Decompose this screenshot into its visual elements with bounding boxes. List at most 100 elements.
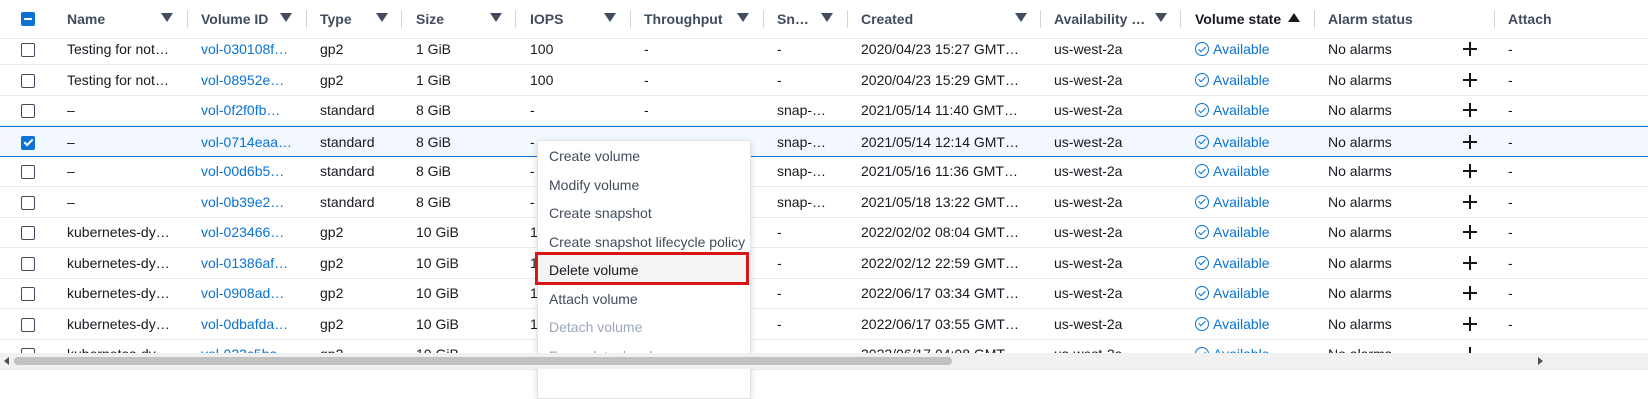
column-header-iops[interactable]: IOPS bbox=[530, 0, 590, 38]
horizontal-scrollbar[interactable] bbox=[0, 353, 1648, 369]
table-row[interactable]: kubernetes-dy… vol-01386af… gp2 10 GiB 1-202… bbox=[0, 248, 1648, 279]
select-all-checkbox[interactable] bbox=[21, 12, 35, 26]
table-row[interactable]: Testing for not… vol-08952e… gp2 1 GiB 100 - -… bbox=[0, 65, 1648, 96]
row-checkbox[interactable] bbox=[21, 165, 35, 179]
column-header-volume-id[interactable]: Volume ID bbox=[201, 0, 281, 38]
column-header-type[interactable]: Type bbox=[320, 0, 370, 38]
sort-caret-icon[interactable] bbox=[1155, 13, 1167, 22]
sort-caret-icon[interactable] bbox=[490, 13, 502, 22]
cell-volume-id[interactable]: vol-00d6b5… bbox=[201, 156, 297, 186]
cell-throughput: - bbox=[644, 71, 649, 88]
table-row[interactable]: kubernetes-dy… vol-0dbafda… gp2 10 GiB 1-202… bbox=[0, 309, 1648, 340]
cell-size: 10 GiB bbox=[416, 315, 459, 332]
cell-volume-id[interactable]: vol-030108f… bbox=[201, 34, 297, 64]
menu-item-modify-volume[interactable]: Modify volume bbox=[549, 177, 639, 193]
add-alarm-icon[interactable] bbox=[1463, 225, 1477, 239]
column-header-alarm-status[interactable]: Alarm status bbox=[1328, 0, 1448, 38]
add-alarm-icon[interactable] bbox=[1463, 316, 1477, 331]
sort-ascending-icon[interactable] bbox=[1288, 13, 1300, 22]
column-header-throughput[interactable]: Throughput bbox=[644, 0, 734, 38]
row-checkbox[interactable] bbox=[21, 256, 35, 271]
cell-volume-id[interactable]: vol-0908ad… bbox=[201, 278, 297, 308]
table-row[interactable]: Testing for not… vol-030108f… gp2 1 GiB 100 -… bbox=[0, 34, 1648, 65]
sort-caret-icon[interactable] bbox=[604, 13, 616, 22]
cell-volume-id[interactable]: vol-08952e… bbox=[201, 65, 297, 95]
cell-type: standard bbox=[320, 102, 375, 118]
sort-caret-icon[interactable] bbox=[161, 13, 173, 22]
column-header-size[interactable]: Size bbox=[416, 0, 476, 38]
add-alarm-icon[interactable] bbox=[1463, 286, 1477, 300]
table-row[interactable]: – vol-0714eaa… standard 8 GiB - snap-… 2021/05… bbox=[0, 125, 1648, 157]
add-alarm-icon[interactable] bbox=[1463, 255, 1477, 270]
cell-alarm: No alarms bbox=[1328, 315, 1392, 332]
menu-item-attach-volume[interactable]: Attach volume bbox=[549, 291, 638, 307]
column-resizer[interactable] bbox=[1314, 10, 1315, 28]
row-checkbox[interactable] bbox=[21, 287, 35, 301]
cell-az: us-west-2a bbox=[1054, 224, 1123, 240]
cell-volume-id[interactable]: vol-01386af… bbox=[201, 248, 297, 278]
row-checkbox[interactable] bbox=[21, 104, 35, 118]
cell-volume-id[interactable]: vol-023466… bbox=[201, 217, 297, 247]
table-row[interactable]: kubernetes-dy… vol-023466… gp2 10 GiB 1-2022… bbox=[0, 217, 1648, 248]
menu-item-create-snapshot[interactable]: Create snapshot bbox=[549, 205, 652, 221]
sort-caret-icon[interactable] bbox=[376, 13, 388, 22]
column-resizer[interactable] bbox=[306, 10, 307, 28]
table-row[interactable]: – vol-00d6b5… standard 8 GiB - snap-… 2021/05/… bbox=[0, 156, 1648, 187]
column-header-attach[interactable]: Attach bbox=[1508, 0, 1648, 38]
cell-created: 2021/05/14 12:14 GMT… bbox=[861, 133, 1019, 150]
volume-state-label: Available bbox=[1213, 224, 1270, 240]
menu-item-create-volume[interactable]: Create volume bbox=[549, 148, 640, 164]
menu-item-create-snapshot-lifecycle-policy[interactable]: Create snapshot lifecycle policy bbox=[549, 234, 745, 250]
row-checkbox[interactable] bbox=[21, 317, 35, 332]
table-row[interactable]: kubernetes-dy… vol-0908ad… gp2 10 GiB 1-2022… bbox=[0, 278, 1648, 309]
column-header-name[interactable]: Name bbox=[67, 0, 157, 38]
column-resizer[interactable] bbox=[401, 10, 402, 28]
table-row[interactable]: – vol-0b39e2… standard 8 GiB - snap-… 2021/05/… bbox=[0, 187, 1648, 218]
column-resizer[interactable] bbox=[630, 10, 631, 28]
column-resizer[interactable] bbox=[515, 10, 516, 28]
cell-az: us-west-2a bbox=[1054, 133, 1123, 150]
add-alarm-icon[interactable] bbox=[1463, 164, 1477, 178]
cell-alarm: No alarms bbox=[1328, 133, 1392, 150]
column-resizer[interactable] bbox=[187, 10, 188, 28]
row-checkbox[interactable] bbox=[21, 195, 35, 210]
add-alarm-icon[interactable] bbox=[1463, 42, 1477, 56]
cell-volume-id[interactable]: vol-0dbafda… bbox=[201, 309, 297, 339]
sort-caret-icon[interactable] bbox=[1015, 13, 1027, 22]
scroll-left-icon[interactable] bbox=[4, 357, 9, 365]
row-checkbox[interactable] bbox=[21, 226, 35, 240]
cell-size: 1 GiB bbox=[416, 41, 452, 57]
column-header-snapshot[interactable]: Sn… bbox=[777, 0, 817, 38]
cell-volume-state: Available bbox=[1195, 309, 1305, 339]
row-checkbox[interactable] bbox=[21, 43, 35, 57]
volume-state-label: Available bbox=[1213, 71, 1270, 88]
cell-attach: - bbox=[1508, 41, 1513, 57]
column-resizer[interactable] bbox=[847, 10, 848, 28]
scrollbar-thumb[interactable] bbox=[14, 357, 952, 365]
cell-volume-id[interactable]: vol-0b39e2… bbox=[201, 187, 297, 217]
sort-caret-icon[interactable] bbox=[280, 13, 292, 22]
add-alarm-icon[interactable] bbox=[1463, 103, 1477, 117]
scroll-right-icon[interactable] bbox=[1538, 357, 1543, 365]
column-resizer[interactable] bbox=[1494, 10, 1495, 28]
cell-volume-id[interactable]: vol-0f2f0fb… bbox=[201, 95, 297, 125]
add-alarm-icon[interactable] bbox=[1463, 194, 1477, 209]
table-row[interactable]: – vol-0f2f0fb… standard 8 GiB - - snap-… 2021/0… bbox=[0, 95, 1648, 126]
row-checkbox[interactable] bbox=[21, 73, 35, 88]
add-alarm-icon[interactable] bbox=[1463, 72, 1477, 87]
cell-volume-id[interactable]: vol-0714eaa… bbox=[201, 127, 297, 157]
column-resizer[interactable] bbox=[1040, 10, 1041, 28]
cell-az: us-west-2a bbox=[1054, 193, 1123, 210]
column-header-availability-zone[interactable]: Availability … bbox=[1054, 0, 1149, 38]
column-resizer[interactable] bbox=[763, 10, 764, 28]
sort-caret-icon[interactable] bbox=[821, 13, 833, 22]
sort-caret-icon[interactable] bbox=[737, 13, 749, 22]
column-header-created[interactable]: Created bbox=[861, 0, 961, 38]
column-header-volume-state[interactable]: Volume state bbox=[1195, 0, 1285, 38]
cell-alarm: No alarms bbox=[1328, 41, 1392, 57]
row-checkbox[interactable] bbox=[21, 135, 35, 150]
cell-type: gp2 bbox=[320, 71, 344, 88]
column-resizer[interactable] bbox=[1180, 10, 1181, 28]
cell-volume-state: Available bbox=[1195, 156, 1305, 186]
add-alarm-icon[interactable] bbox=[1463, 134, 1477, 149]
